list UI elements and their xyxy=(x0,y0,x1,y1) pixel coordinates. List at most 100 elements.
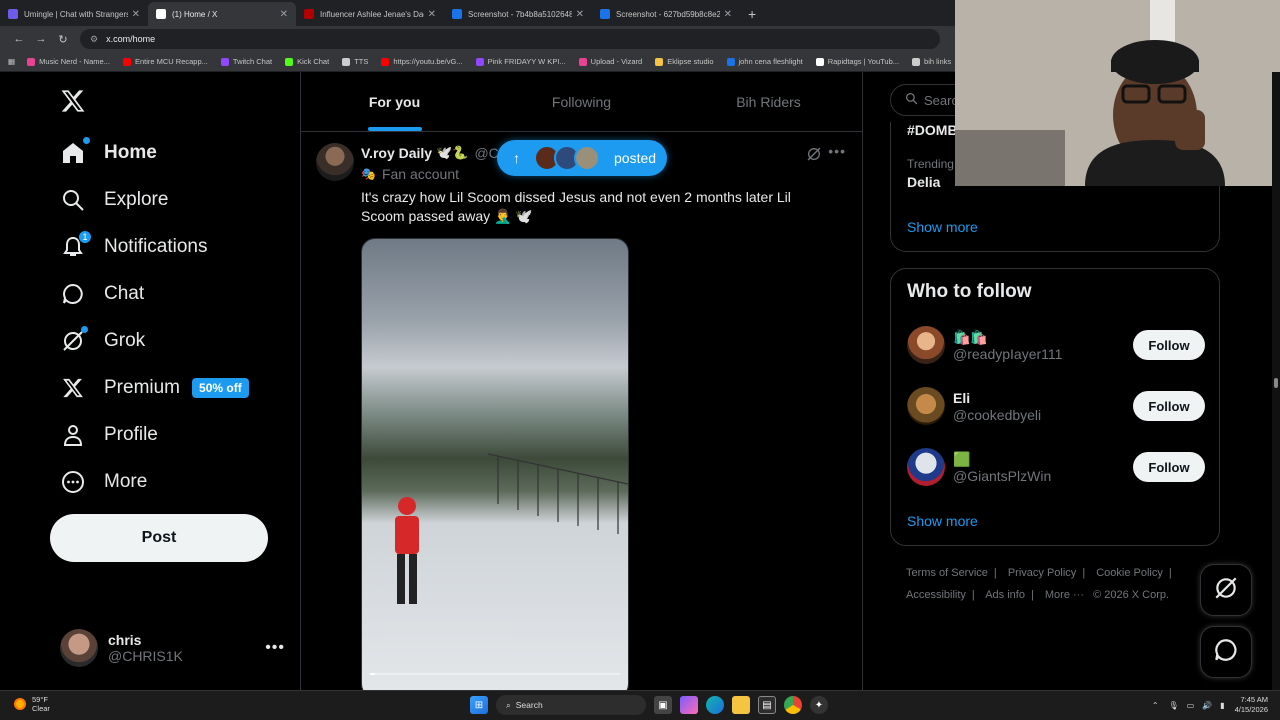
new-posts-pill[interactable]: ↑ posted xyxy=(497,140,667,176)
close-icon[interactable]: ✕ xyxy=(428,9,436,20)
follow-button[interactable]: Follow xyxy=(1133,452,1205,482)
footer-link[interactable]: Terms of Service xyxy=(906,567,988,579)
monitor-icon[interactable]: ▭ xyxy=(1187,701,1195,710)
clock[interactable]: 7:45 AM 4/15/2026 xyxy=(1235,695,1268,715)
browser-tab[interactable]: Screenshot - 7b4b8a5102648d ✕ xyxy=(444,2,592,26)
close-icon[interactable]: ✕ xyxy=(280,9,288,20)
chrome-icon[interactable] xyxy=(784,696,802,714)
page-scrollbar[interactable] xyxy=(1272,72,1280,690)
bookmark-icon xyxy=(578,57,587,66)
bookmark[interactable]: https://youtu.be/vG... xyxy=(381,57,463,66)
more-horizontal-icon[interactable]: ••• xyxy=(828,143,846,159)
follow-suggestion[interactable]: Eli @cookedbyeli Follow xyxy=(907,384,1205,428)
windows-start-icon[interactable]: ⊞ xyxy=(470,696,488,714)
footer-link[interactable]: Accessibility xyxy=(906,589,966,601)
bookmark[interactable]: Entire MCU Recapp... xyxy=(122,57,208,66)
suggestion-handle: @cookedbyeli xyxy=(953,406,1042,423)
bookmark[interactable]: Twitch Chat xyxy=(220,57,272,66)
tab-for-you[interactable]: For you xyxy=(301,72,488,131)
chevron-up-icon[interactable]: ⌃ xyxy=(1152,701,1159,710)
weather-widget[interactable]: 59°F Clear xyxy=(14,695,50,713)
edge-icon[interactable] xyxy=(706,696,724,714)
bookmark[interactable]: bih links xyxy=(912,57,951,66)
follow-suggestion[interactable]: 🟩 @GiantsPlzWin Follow xyxy=(907,445,1205,489)
nav-grok[interactable]: Grok xyxy=(60,321,145,361)
copilot-icon[interactable] xyxy=(680,696,698,714)
app-icon[interactable]: ✦ xyxy=(810,696,828,714)
trend-topic[interactable]: #DOMB xyxy=(907,122,958,138)
bookmark[interactable]: TTS xyxy=(342,57,368,66)
show-more-link[interactable]: Show more xyxy=(907,219,978,235)
browser-tab[interactable]: Influencer Ashlee Jenae's Dad ✕ xyxy=(296,2,444,26)
reload-icon[interactable]: ↻ xyxy=(52,33,74,46)
battery-icon[interactable]: ▮ xyxy=(1220,701,1224,710)
bookmark[interactable]: Eklipse studio xyxy=(655,57,714,66)
bookmark[interactable]: john cena fleshlight xyxy=(726,57,803,66)
scrollbar-thumb[interactable] xyxy=(1274,378,1278,388)
tab-following[interactable]: Following xyxy=(488,72,675,131)
browser-tab[interactable]: Umingle | Chat with Strangers ✕ xyxy=(0,2,148,26)
bookmark[interactable]: Upload - Vizard xyxy=(578,57,643,66)
close-icon[interactable]: ✕ xyxy=(724,9,732,20)
tab-label: Following xyxy=(551,93,612,110)
video-progress-bar[interactable] xyxy=(370,673,620,675)
file-explorer-icon[interactable] xyxy=(732,696,750,714)
footer-more-link[interactable]: More ··· xyxy=(1045,589,1084,601)
bookmark[interactable]: Rapidtags | YouTub... xyxy=(815,57,899,66)
follow-button[interactable]: Follow xyxy=(1133,391,1205,421)
account-switcher[interactable]: chris @CHRIS1K ••• xyxy=(60,628,285,668)
trend-name[interactable]: Delia xyxy=(907,174,940,190)
bookmark-label: Upload - Vizard xyxy=(590,57,643,66)
footer-link[interactable]: Privacy Policy xyxy=(1008,567,1076,579)
browser-tab-active[interactable]: (1) Home / X ✕ xyxy=(148,2,296,26)
footer-link[interactable]: Ads info xyxy=(985,589,1025,601)
taskbar-search[interactable]: ⌕ Search xyxy=(496,695,646,715)
bookmark[interactable]: Music Nerd - Name... xyxy=(27,57,110,66)
follow-button[interactable]: Follow xyxy=(1133,330,1205,360)
more-horizontal-icon[interactable]: ••• xyxy=(265,639,285,657)
store-icon[interactable]: ▤ xyxy=(758,696,776,714)
mic-icon[interactable]: 🎙 xyxy=(1169,701,1179,710)
grok-float-button[interactable] xyxy=(1200,564,1252,616)
url-field[interactable]: ⚙ x.com/home xyxy=(80,29,940,49)
post-button[interactable]: Post xyxy=(50,514,268,562)
footer-link[interactable]: Cookie Policy xyxy=(1096,567,1163,579)
sun-icon xyxy=(14,698,26,710)
tweet[interactable]: V.roy Daily 🕊️ 🐍 @Cl 🎭 Fan account ••• It… xyxy=(301,133,862,690)
follow-suggestion[interactable]: 🛍️🛍️ @readypIayer111 Follow xyxy=(907,323,1205,367)
grok-icon[interactable] xyxy=(806,146,822,167)
notification-badge: 1 xyxy=(78,230,92,244)
volume-icon[interactable]: 🔊 xyxy=(1202,701,1212,710)
show-more-link[interactable]: Show more xyxy=(907,513,978,529)
back-icon[interactable]: ← xyxy=(8,33,30,45)
tab-label: Screenshot - 627bd59b8c8e27 xyxy=(616,9,720,19)
tab-label: Influencer Ashlee Jenae's Dad xyxy=(320,9,424,19)
nav-explore[interactable]: Explore xyxy=(60,180,168,220)
apps-icon[interactable]: ▦ xyxy=(8,57,15,66)
new-tab-icon[interactable]: + xyxy=(748,2,756,26)
separator: | xyxy=(1082,567,1086,579)
tweet-author-name[interactable]: V.roy Daily xyxy=(361,145,432,161)
tab-bih-riders[interactable]: Bih Riders xyxy=(675,72,862,131)
nav-profile[interactable]: Profile xyxy=(60,415,158,455)
tweet-video[interactable] xyxy=(361,238,629,690)
site-info-icon[interactable]: ⚙ xyxy=(90,34,98,45)
nav-premium[interactable]: Premium 50% off xyxy=(60,368,249,408)
tweet-avatar[interactable] xyxy=(316,143,354,181)
task-view-icon[interactable]: ▣ xyxy=(654,696,672,714)
chat-float-button[interactable] xyxy=(1200,626,1252,678)
close-icon[interactable]: ✕ xyxy=(576,9,584,20)
bookmark-label: Entire MCU Recapp... xyxy=(134,57,208,66)
nav-chat[interactable]: Chat xyxy=(60,274,144,314)
bookmark[interactable]: Pink FRIDAYY W KPI... xyxy=(475,57,566,66)
nav-more[interactable]: More xyxy=(60,462,147,502)
close-icon[interactable]: ✕ xyxy=(132,9,140,20)
bookmark[interactable]: Kick Chat xyxy=(285,57,329,66)
x-logo-icon[interactable] xyxy=(60,88,86,121)
nav-notifications[interactable]: 1 Notifications xyxy=(60,227,208,267)
forward-icon[interactable]: → xyxy=(30,33,52,45)
browser-tab[interactable]: Screenshot - 627bd59b8c8e27 ✕ xyxy=(592,2,740,26)
bookmark-label: john cena fleshlight xyxy=(738,57,803,66)
nav-home[interactable]: Home xyxy=(60,133,157,173)
bookmark-icon xyxy=(220,57,229,66)
